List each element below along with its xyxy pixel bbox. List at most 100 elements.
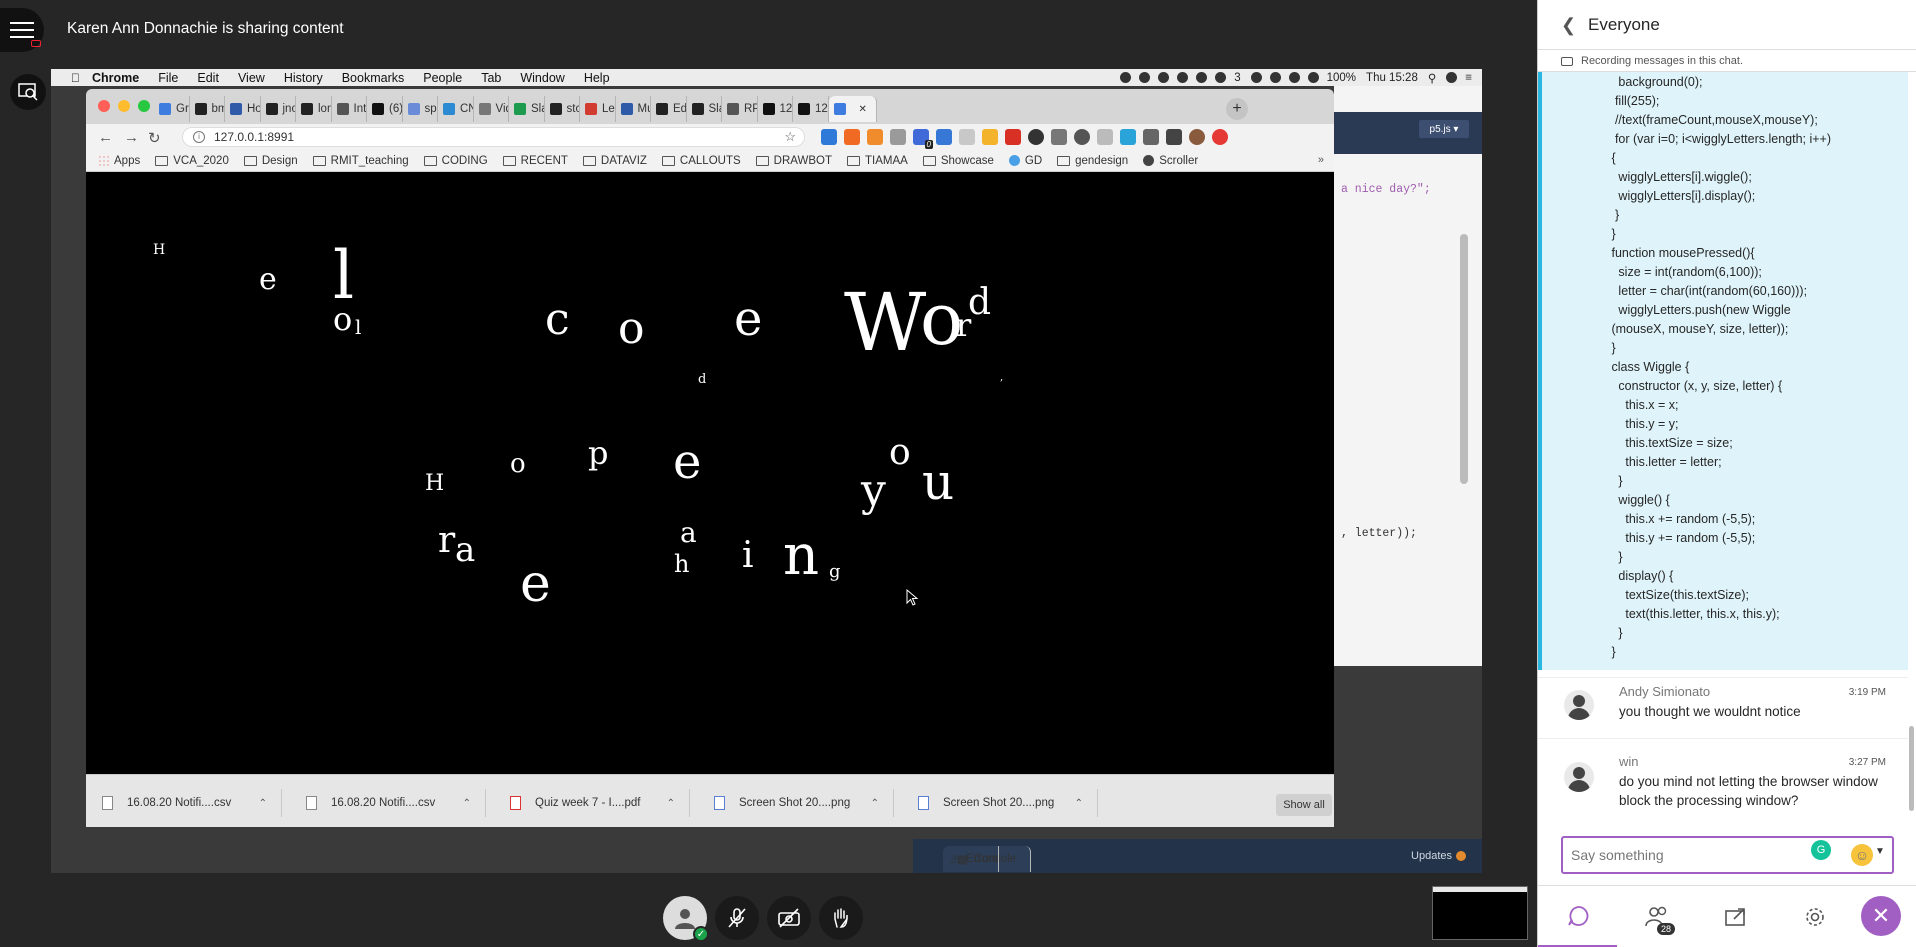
profile-avatar[interactable] — [1189, 129, 1205, 145]
chevron-up-icon[interactable]: ⌃ — [667, 798, 675, 809]
session-menu-button[interactable] — [0, 8, 44, 52]
browser-tab[interactable]: Intr — [332, 96, 367, 122]
browser-tab[interactable]: Vid — [474, 96, 509, 122]
status-icon[interactable] — [1215, 72, 1227, 83]
chat-messages[interactable]: background(0); fill(255); //text(frameCo… — [1538, 72, 1908, 820]
update-icon[interactable] — [1212, 129, 1228, 145]
rss-extension-icon[interactable] — [867, 129, 883, 145]
extension-icon[interactable] — [1051, 129, 1067, 145]
chevron-up-icon[interactable]: ⌃ — [259, 798, 267, 809]
bookmark-folder[interactable]: CODING — [423, 155, 488, 167]
bookmark-folder[interactable]: TIAMAA — [847, 155, 908, 167]
cloud-icon[interactable] — [1177, 72, 1189, 83]
bookmark-folder[interactable]: DATAVIZ — [582, 155, 647, 167]
adobe-count[interactable]: 3 — [1234, 72, 1240, 84]
extension-icon[interactable] — [1143, 129, 1159, 145]
extension-icon[interactable] — [959, 129, 975, 145]
browser-tab[interactable]: spe — [403, 96, 438, 122]
extension-icon[interactable] — [890, 129, 906, 145]
close-window-button[interactable] — [98, 100, 110, 112]
chevron-up-icon[interactable]: ⌃ — [1075, 798, 1083, 809]
bookmark-scroller[interactable]: Scroller — [1143, 155, 1198, 167]
status-icon[interactable] — [1196, 72, 1208, 83]
extension-icon[interactable] — [982, 129, 998, 145]
bookmark-folder[interactable]: DRAWBOT — [755, 155, 832, 167]
chat-message-input[interactable]: Say something G ☺ ▼ — [1561, 836, 1894, 874]
extension-icon[interactable] — [1028, 129, 1044, 145]
menu-edit[interactable]: Edit — [197, 71, 219, 85]
spotlight-icon[interactable]: ⚲ — [1428, 71, 1436, 85]
emoji-icon[interactable]: ☺ — [1851, 844, 1873, 866]
minimize-window-button[interactable] — [118, 100, 130, 112]
bluetooth-icon[interactable] — [1269, 72, 1281, 83]
chevron-down-icon[interactable]: ▼ — [1875, 846, 1885, 857]
reload-icon[interactable]: ↻ — [148, 129, 161, 147]
bookmark-folder[interactable]: CALLOUTS — [661, 155, 741, 167]
back-chevron-icon[interactable]: ❮ — [1561, 15, 1576, 36]
status-icon[interactable] — [1139, 72, 1151, 83]
clock[interactable]: Thu 15:28 — [1366, 72, 1418, 84]
bookmark-star-icon[interactable]: ☆ — [784, 129, 796, 145]
bookmark-folder[interactable]: Showcase — [922, 155, 994, 167]
menu-file[interactable]: File — [158, 71, 178, 85]
file-select[interactable]: p5.js ▾ — [1419, 120, 1469, 138]
browser-tab[interactable]: (6) — [367, 96, 403, 122]
bookmark-folder[interactable]: gendesign — [1057, 155, 1128, 167]
browser-tab[interactable]: lon — [296, 96, 332, 122]
apple-icon[interactable]:  — [71, 71, 80, 85]
grammarly-icon[interactable]: G — [1811, 840, 1831, 860]
battery-percent[interactable]: 100% — [1327, 72, 1356, 84]
bookmark-folder[interactable]: Design — [243, 155, 298, 167]
extension-icon[interactable] — [1120, 129, 1136, 145]
bookmark-gd[interactable]: GD — [1008, 155, 1042, 167]
my-status-button[interactable]: ✓ — [663, 896, 709, 942]
menu-history[interactable]: History — [284, 71, 323, 85]
browser-tab[interactable]: Mu — [616, 96, 651, 122]
notification-center-icon[interactable]: ≡ — [1465, 72, 1472, 84]
bookmark-folder[interactable]: RECENT — [502, 155, 568, 167]
tab-settings[interactable] — [1775, 886, 1854, 947]
extension-icon[interactable] — [844, 129, 860, 145]
browser-tab[interactable]: Edi — [651, 96, 687, 122]
address-bar[interactable]: i 127.0.0.1:8991 ☆ — [182, 127, 805, 147]
browser-tab[interactable]: bm — [190, 96, 225, 122]
close-tab-icon[interactable]: ✕ — [859, 104, 867, 115]
back-arrow-icon[interactable]: ← — [98, 129, 113, 146]
p5-sketch-canvas[interactable]: H e l o l c o e W o d r d , H o p e o y — [86, 173, 1334, 774]
download-item[interactable]: 16.08.20 Notifi....csv ⌃ — [290, 789, 486, 817]
browser-tab[interactable]: 127 — [793, 96, 829, 122]
bookmark-folder[interactable]: VCA_2020 — [155, 155, 229, 167]
scrollbar-thumb[interactable] — [1909, 726, 1914, 811]
browser-tab[interactable]: jno — [261, 96, 296, 122]
browser-tab[interactable]: RP — [722, 96, 758, 122]
browser-tab[interactable]: CN — [438, 96, 474, 122]
share-tools-button[interactable] — [10, 74, 46, 110]
menu-people[interactable]: People — [423, 71, 462, 85]
browser-tab[interactable]: ✕ — [828, 96, 877, 122]
volume-icon[interactable] — [1307, 72, 1319, 83]
browser-tab[interactable]: 127 — [758, 96, 793, 122]
browser-tab[interactable]: Gra — [154, 96, 190, 122]
close-panel-button[interactable]: ✕ — [1861, 896, 1901, 936]
extension-icon[interactable] — [1097, 129, 1113, 145]
browser-tab[interactable]: Sla — [509, 96, 545, 122]
status-icon[interactable] — [1120, 72, 1132, 83]
camera-toggle-button[interactable] — [767, 896, 811, 940]
download-item[interactable]: Screen Shot 20....png ⌃ — [902, 789, 1098, 817]
forward-arrow-icon[interactable]: → — [124, 129, 139, 146]
download-item[interactable]: 16.08.20 Notifi....csv ⌃ — [86, 789, 282, 817]
browser-tab[interactable]: Let — [580, 96, 616, 122]
puzzle-icon[interactable] — [1166, 129, 1182, 145]
chat-scrollbar[interactable] — [1907, 72, 1916, 820]
menu-window[interactable]: Window — [520, 71, 564, 85]
microphone-toggle-button[interactable] — [715, 896, 759, 940]
siri-icon[interactable] — [1446, 72, 1458, 83]
extension-icon[interactable]: 0 — [913, 129, 933, 149]
chevron-up-icon[interactable]: ⌃ — [871, 798, 879, 809]
menu-chrome[interactable]: Chrome — [92, 71, 139, 85]
errors-tab[interactable]: ⚠ Errors — [945, 846, 999, 872]
menu-tab[interactable]: Tab — [481, 71, 501, 85]
shared-content-thumbnail[interactable] — [1432, 886, 1528, 940]
menu-bookmarks[interactable]: Bookmarks — [342, 71, 405, 85]
new-tab-button[interactable]: + — [1226, 98, 1248, 120]
